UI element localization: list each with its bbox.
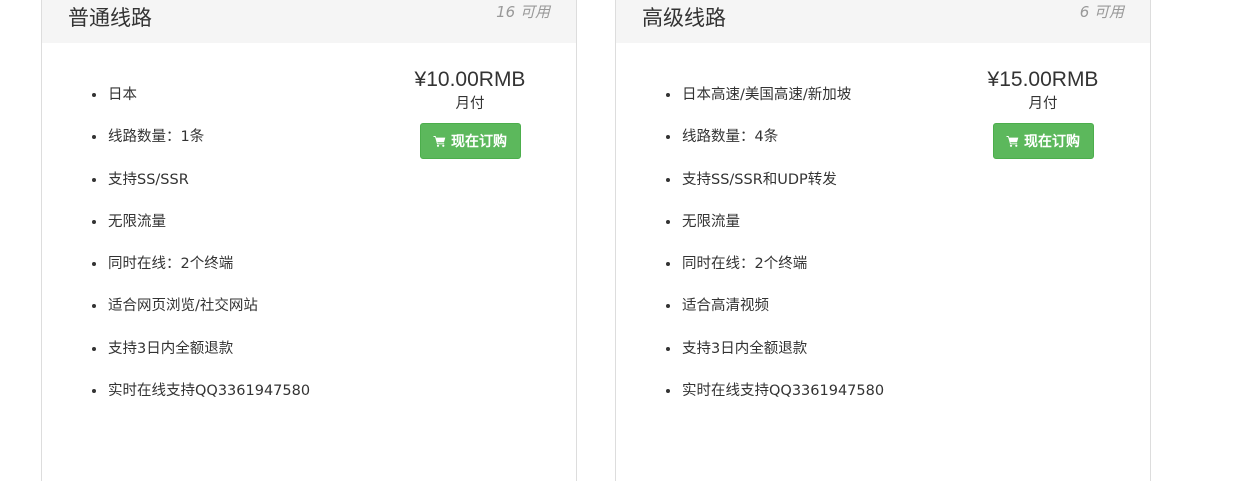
feature-item: 无限流量 <box>107 212 310 232</box>
feature-item: 同时在线：2个终端 <box>681 254 884 274</box>
plan-card-premium: 高级线路 6 可用 日本高速/美国高速/新加坡 线路数量：4条 支持SS/SSR… <box>615 0 1151 481</box>
shopping-cart-icon <box>433 135 446 147</box>
price-box: ¥15.00RMB 月付 现在订购 <box>968 67 1118 159</box>
price-box: ¥10.00RMB 月付 现在订购 <box>395 67 545 159</box>
feature-item: 实时在线支持QQ3361947580 <box>107 381 310 401</box>
feature-item: 支持3日内全额退款 <box>107 339 310 359</box>
plan-title: 高级线路 <box>642 6 726 30</box>
feature-item: 支持3日内全额退款 <box>681 339 884 359</box>
buy-now-label: 现在订购 <box>451 134 507 150</box>
feature-item: 支持SS/SSR <box>107 170 310 190</box>
feature-item: 实时在线支持QQ3361947580 <box>681 381 884 401</box>
feature-list: 日本高速/美国高速/新加坡 线路数量：4条 支持SS/SSR和UDP转发 无限流… <box>664 85 884 423</box>
plan-title: 普通线路 <box>68 6 152 30</box>
shopping-cart-icon <box>1006 135 1019 147</box>
buy-now-label: 现在订购 <box>1024 134 1080 150</box>
feature-item: 线路数量：4条 <box>681 127 884 147</box>
buy-now-button[interactable]: 现在订购 <box>992 123 1094 159</box>
billing-period: 月付 <box>1028 96 1058 112</box>
plan-price: ¥10.00RMB <box>414 68 526 91</box>
feature-item: 支持SS/SSR和UDP转发 <box>681 170 884 190</box>
feature-item: 日本 <box>107 85 310 105</box>
feature-list: 日本 线路数量：1条 支持SS/SSR 无限流量 同时在线：2个终端 适合网页浏… <box>90 85 310 423</box>
plan-price: ¥15.00RMB <box>987 68 1099 91</box>
plan-card-header: 高级线路 6 可用 <box>616 0 1150 43</box>
feature-item: 同时在线：2个终端 <box>107 254 310 274</box>
plan-availability: 16 可用 <box>496 3 550 21</box>
feature-item: 适合网页浏览/社交网站 <box>107 296 310 316</box>
feature-item: 日本高速/美国高速/新加坡 <box>681 85 884 105</box>
plan-card-header: 普通线路 16 可用 <box>42 0 576 43</box>
pricing-page: 普通线路 16 可用 日本 线路数量：1条 支持SS/SSR 无限流量 同时在线… <box>0 0 1240 481</box>
feature-item: 线路数量：1条 <box>107 127 310 147</box>
plan-card-basic: 普通线路 16 可用 日本 线路数量：1条 支持SS/SSR 无限流量 同时在线… <box>41 0 577 481</box>
plan-availability: 6 可用 <box>1079 3 1124 21</box>
feature-item: 适合高清视频 <box>681 296 884 316</box>
buy-now-button[interactable]: 现在订购 <box>419 123 521 159</box>
billing-period: 月付 <box>455 96 485 112</box>
feature-item: 无限流量 <box>681 212 884 232</box>
